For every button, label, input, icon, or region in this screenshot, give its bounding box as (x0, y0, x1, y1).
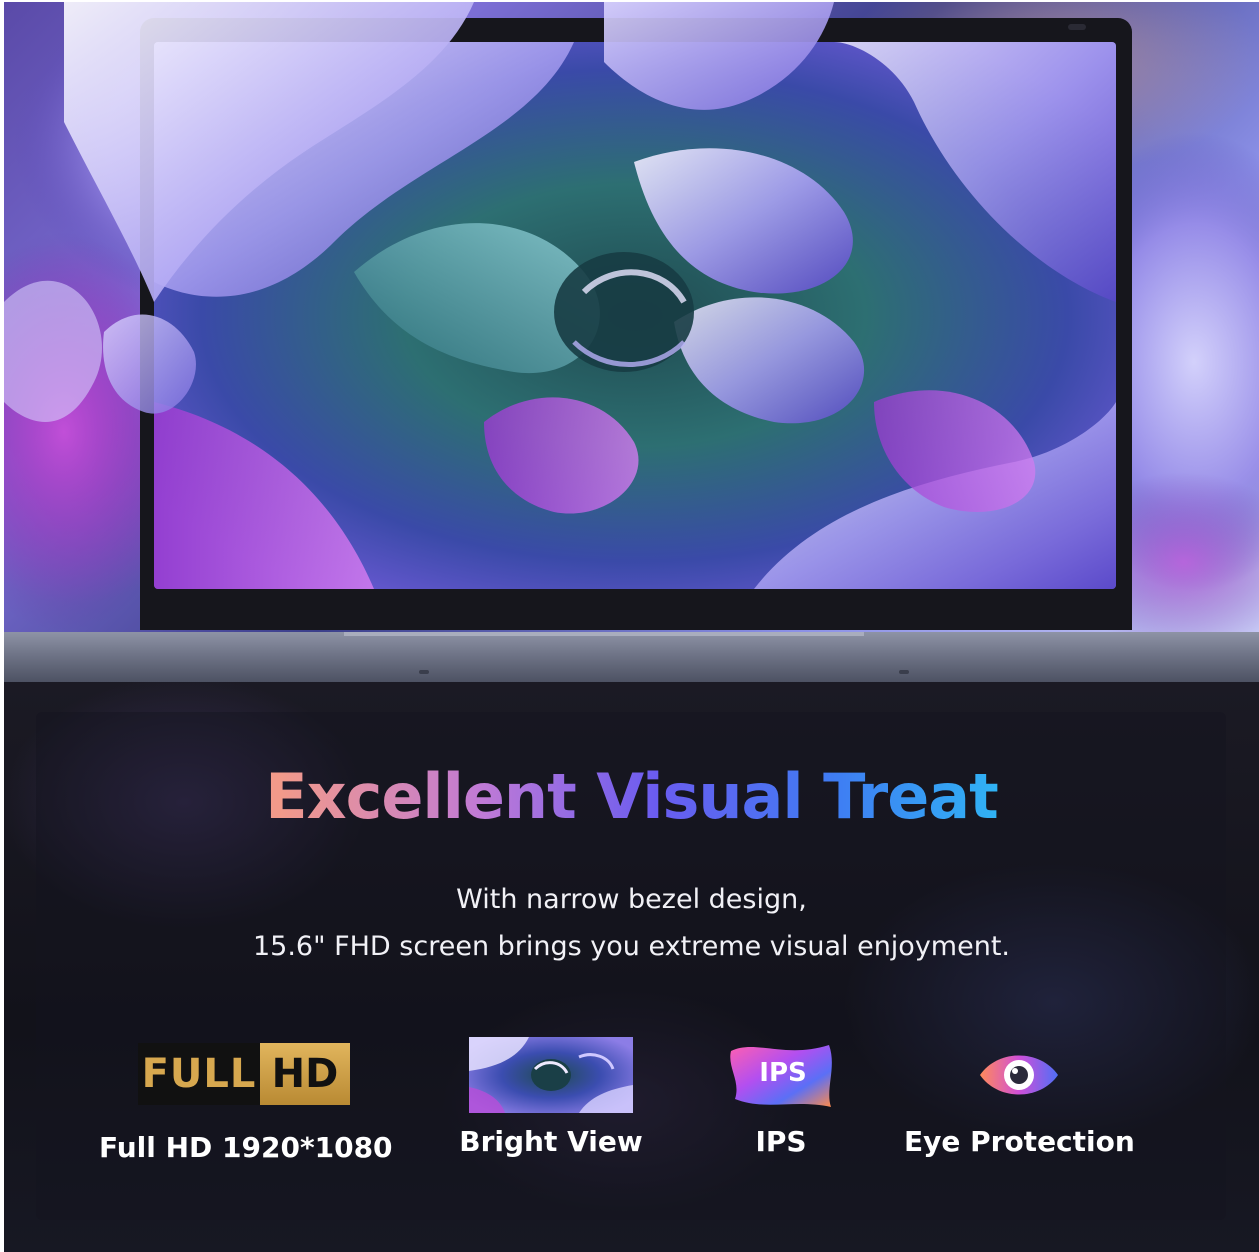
flower-wallpaper (154, 42, 1116, 589)
ips-icon: IPS (716, 1037, 846, 1113)
laptop-foot (419, 670, 429, 674)
feature-bright-view: Bright View (456, 1037, 646, 1158)
subtitle-line-2: 15.6" FHD screen brings you extreme visu… (252, 931, 1010, 962)
feature-panel: Excellent Visual Treat With narrow bezel… (4, 682, 1259, 1252)
feature-ips: IPS IPS (716, 1037, 846, 1158)
webcam (1068, 24, 1086, 30)
feature-full-hd: FULL HD Full HD 1920*1080 (99, 1037, 393, 1164)
laptop-foot (899, 670, 909, 674)
feature-label-eye-protection: Eye Protection (904, 1125, 1135, 1158)
badge-full-text: FULL (138, 1043, 260, 1105)
laptop-base (4, 632, 1259, 682)
subtitle-line-1: With narrow bezel design, (456, 884, 807, 915)
laptop-hinge (344, 632, 864, 636)
eye-icon (904, 1037, 1134, 1113)
laptop-display (154, 42, 1116, 589)
full-hd-badge-icon: FULL HD (99, 1043, 389, 1119)
feature-eye-protection: Eye Protection (904, 1037, 1135, 1158)
feature-label-full-hd: Full HD 1920*1080 (99, 1131, 393, 1164)
feature-label-ips: IPS (755, 1125, 807, 1158)
badge-hd-text: HD (260, 1043, 350, 1105)
feature-label-bright-view: Bright View (459, 1125, 643, 1158)
flower-laptop-scene (4, 2, 1259, 632)
product-image: Excellent Visual Treat With narrow bezel… (4, 2, 1259, 1252)
headline: Excellent Visual Treat (4, 760, 1259, 833)
bright-view-thumbnail-icon (456, 1037, 646, 1113)
ips-icon-text: IPS (759, 1058, 806, 1088)
